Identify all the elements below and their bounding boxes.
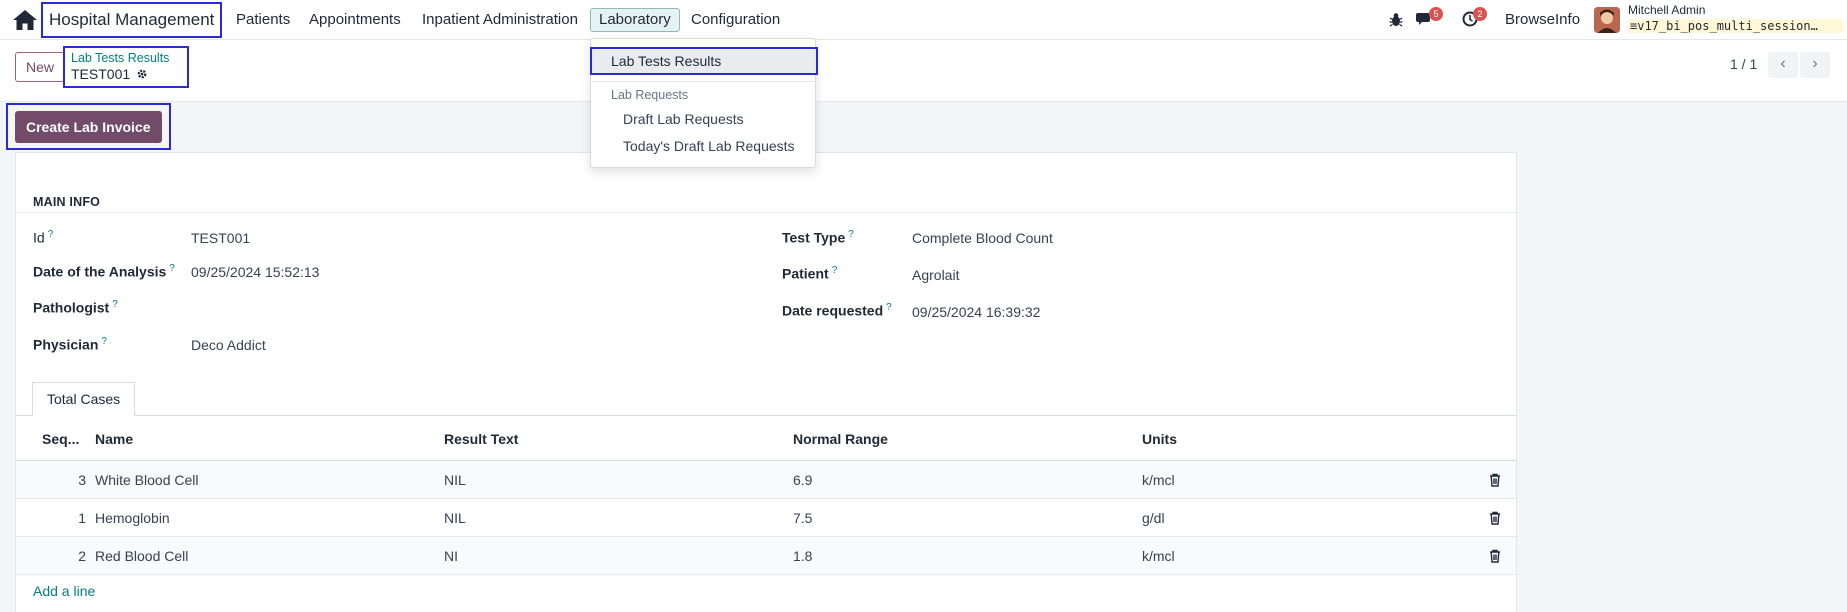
label-text: Pathologist — [33, 299, 110, 316]
avatar[interactable] — [1594, 7, 1620, 33]
dropdown-divider — [591, 81, 817, 82]
table-row[interactable]: 3 White Blood Cell NIL 6.9 k/mcl — [16, 461, 1516, 499]
field-label-physician: Physician? — [33, 336, 107, 353]
menu-configuration[interactable]: Configuration — [691, 11, 780, 29]
form-sheet: MAIN INFO Id? TEST001 Date of the Analys… — [15, 152, 1517, 612]
cell-name: White Blood Cell — [95, 472, 199, 488]
record-name: TEST001 — [71, 66, 131, 82]
user-avatar-image — [1594, 7, 1620, 33]
help-icon[interactable]: ? — [101, 336, 107, 347]
field-label-id: Id? — [33, 229, 53, 246]
label-text: Test Type — [782, 229, 846, 246]
field-label-patient: Patient? — [782, 265, 837, 282]
cell-sequence: 1 — [78, 510, 86, 526]
cell-normal-range: 7.5 — [793, 510, 813, 526]
trash-icon[interactable] — [1489, 549, 1501, 563]
database-name: ≡v17_bi_pos_multi_session… — [1628, 19, 1843, 33]
cell-result-text: NI — [444, 548, 458, 564]
menu-item-draft-lab-requests[interactable]: Draft Lab Requests — [623, 111, 744, 127]
home-icon[interactable] — [12, 9, 38, 31]
section-divider — [16, 212, 1516, 213]
cell-name: Red Blood Cell — [95, 548, 189, 564]
breadcrumb-current: TEST001 — [71, 65, 181, 83]
column-header-units[interactable]: Units — [1142, 431, 1177, 447]
menu-inpatient-administration[interactable]: Inpatient Administration — [422, 11, 578, 29]
cell-normal-range: 6.9 — [793, 472, 813, 488]
messages-badge: 5 — [1429, 7, 1443, 21]
table-row[interactable]: 2 Red Blood Cell NI 1.8 k/mcl — [16, 537, 1516, 575]
menu-patients[interactable]: Patients — [236, 11, 290, 29]
activities-button[interactable]: 2 — [1462, 7, 1487, 29]
help-icon[interactable]: ? — [112, 299, 118, 310]
cell-sequence: 2 — [78, 548, 86, 564]
field-value-test-type[interactable]: Complete Blood Count — [912, 230, 1053, 246]
user-name[interactable]: Mitchell Admin — [1628, 3, 1705, 17]
add-line-link[interactable]: Add a line — [33, 583, 95, 599]
label-text: Id — [33, 229, 45, 246]
field-label-pathologist: Pathologist? — [33, 299, 118, 316]
column-header-normal-range[interactable]: Normal Range — [793, 431, 888, 447]
chevron-left-icon: ‹ — [1780, 55, 1786, 72]
help-icon[interactable]: ? — [832, 265, 838, 276]
label-text: Patient — [782, 265, 829, 282]
cell-units: k/mcl — [1142, 548, 1175, 564]
control-panel: New Lab Tests Results TEST001 1 / 1 ‹ › — [0, 40, 1847, 102]
laboratory-dropdown: Lab Tests Results Lab Requests Draft Lab… — [590, 38, 818, 168]
gear-icon[interactable] — [136, 68, 148, 80]
tab-total-cases[interactable]: Total Cases — [32, 382, 136, 416]
create-lab-invoice-button[interactable]: Create Lab Invoice — [15, 111, 162, 143]
help-icon[interactable]: ? — [48, 229, 54, 240]
field-value-date-requested[interactable]: 09/25/2024 16:39:32 — [912, 304, 1040, 320]
cell-sequence: 3 — [78, 472, 86, 488]
column-header-name[interactable]: Name — [95, 431, 133, 447]
menu-item-todays-draft-lab-requests[interactable]: Today's Draft Lab Requests — [623, 138, 795, 154]
breadcrumb: Lab Tests Results TEST001 — [63, 46, 189, 88]
help-icon[interactable]: ? — [848, 229, 854, 240]
field-label-date-analysis: Date of the Analysis? — [33, 263, 175, 280]
field-value-patient[interactable]: Agrolait — [912, 267, 959, 283]
table-row[interactable]: 1 Hemoglobin NIL 7.5 g/dl — [16, 499, 1516, 537]
cell-name: Hemoglobin — [95, 510, 170, 526]
cell-result-text: NIL — [444, 510, 466, 526]
section-title: MAIN INFO — [33, 195, 101, 209]
top-navbar: Hospital Management Patients Appointment… — [0, 0, 1847, 40]
tab-divider — [16, 415, 1516, 416]
field-label-test-type: Test Type? — [782, 229, 854, 246]
chevron-right-icon: › — [1812, 55, 1818, 72]
menu-appointments[interactable]: Appointments — [309, 11, 401, 29]
dropdown-section-lab-requests: Lab Requests — [611, 88, 689, 102]
cell-normal-range: 1.8 — [793, 548, 813, 564]
help-icon[interactable]: ? — [886, 302, 892, 313]
column-header-sequence[interactable]: Seq... — [42, 431, 79, 447]
help-icon[interactable]: ? — [169, 263, 175, 274]
app-title[interactable]: Hospital Management — [41, 2, 223, 38]
breadcrumb-parent[interactable]: Lab Tests Results — [71, 51, 181, 65]
menu-item-lab-tests-results[interactable]: Lab Tests Results — [590, 47, 818, 75]
cell-units: k/mcl — [1142, 472, 1175, 488]
messages-button[interactable]: 5 — [1416, 7, 1443, 29]
field-value-date-analysis[interactable]: 09/25/2024 15:52:13 — [191, 264, 319, 280]
cell-result-text: NIL — [444, 472, 466, 488]
trash-icon[interactable] — [1489, 511, 1501, 525]
activities-badge: 2 — [1473, 7, 1487, 21]
field-value-id[interactable]: TEST001 — [191, 230, 250, 246]
bug-icon[interactable] — [1389, 12, 1403, 27]
pager-next-button[interactable]: › — [1800, 52, 1830, 78]
company-switcher[interactable]: BrowseInfo — [1505, 11, 1580, 28]
field-value-pathologist[interactable] — [191, 300, 691, 318]
database-label: v17_bi_pos_multi_session… — [1637, 19, 1818, 33]
field-label-date-requested: Date requested? — [782, 302, 892, 319]
pager-previous-button[interactable]: ‹ — [1768, 52, 1798, 78]
trash-icon[interactable] — [1489, 473, 1501, 487]
pager-value[interactable]: 1 / 1 — [1730, 56, 1757, 72]
label-text: Date requested — [782, 302, 884, 319]
cell-units: g/dl — [1142, 510, 1165, 526]
label-text: Physician — [33, 336, 99, 353]
label-text: Date of the Analysis — [33, 263, 167, 280]
menu-laboratory[interactable]: Laboratory — [590, 8, 680, 32]
column-header-result-text[interactable]: Result Text — [444, 431, 518, 447]
new-button[interactable]: New — [15, 52, 66, 82]
field-value-physician[interactable]: Deco Addict — [191, 337, 266, 353]
